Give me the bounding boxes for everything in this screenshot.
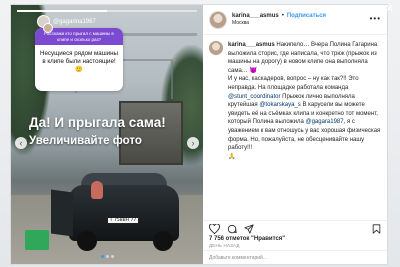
photo-wheel	[153, 231, 173, 251]
more-horizontal-icon[interactable]: •••	[370, 14, 381, 23]
mention-link[interactable]: @tokarskaya_s	[259, 102, 300, 108]
story-progress-bar	[17, 10, 197, 12]
license-plate: Т 758ВН 77	[107, 217, 139, 224]
separator-dot: •	[281, 13, 284, 19]
follow-button[interactable]: Подписаться	[287, 13, 326, 19]
author-username[interactable]: karina___asmus	[232, 13, 279, 19]
photo-person	[91, 181, 103, 199]
caption-section: karina___asmus Накипело… Вчера Полина Га…	[203, 35, 387, 220]
question-emoji: 🙂	[75, 66, 83, 73]
author-avatar[interactable]	[209, 10, 227, 29]
caption-paragraph: И у нас, каскадеров, вопрос – ну как так…	[228, 76, 359, 91]
heart-icon[interactable]	[209, 223, 220, 234]
carousel-dot	[110, 255, 114, 258]
action-bar	[203, 220, 387, 236]
photo-green-bin	[25, 230, 49, 250]
post-modal: Т 758ВН 77 @gagarina1987 Расскажи кто пр…	[10, 4, 388, 265]
post-media[interactable]: Т 758ВН 77 @gagarina1987 Расскажи кто пр…	[11, 5, 203, 264]
prev-slide-button[interactable]: ‹	[15, 137, 27, 149]
story-username: @gagarina1987	[53, 18, 96, 25]
caption-text: karina___asmus Накипело… Вчера Полина Га…	[228, 41, 381, 220]
question-text: Несущиеся рядом машины в клипе были наст…	[40, 50, 118, 65]
caption-username[interactable]: karina___asmus	[228, 42, 275, 48]
post-header: karina___asmus • Подписаться Москва •••	[203, 5, 387, 35]
post-side-panel: karina___asmus • Подписаться Москва ••• …	[203, 5, 387, 264]
carousel-dot	[105, 255, 109, 258]
question-header-text: Расскажи кто прыгал с машины в клипе и с…	[44, 31, 114, 42]
post-location[interactable]: Москва	[232, 20, 326, 26]
question-sticker-body: Несущиеся рядом машины в клипе были наст…	[35, 45, 123, 74]
comment-icon[interactable]	[227, 224, 237, 234]
caption-author-avatar[interactable]	[209, 41, 223, 55]
caption-emoji: 🙏	[228, 153, 236, 160]
story-progress-fill	[17, 10, 107, 12]
story-caption-line1: Да! И прыгала сама!	[29, 115, 166, 130]
photo-wheel	[77, 231, 97, 251]
carousel-dots	[11, 255, 203, 258]
author-line: karina___asmus • Подписаться	[232, 13, 326, 19]
question-avatar	[43, 23, 53, 33]
share-icon[interactable]	[244, 223, 254, 234]
close-icon[interactable]: ✕	[385, 2, 394, 15]
post-date[interactable]: День назад	[203, 242, 387, 248]
mention-link[interactable]: @stunt_coordinator	[228, 94, 280, 100]
photo-car-door	[51, 189, 73, 237]
mention-link[interactable]: @gagara1987	[305, 119, 343, 125]
carousel-dot	[100, 255, 104, 258]
photo-truck	[119, 101, 183, 165]
question-sticker: Расскажи кто прыгал с машины в клипе и с…	[35, 28, 123, 91]
add-comment-field[interactable]: Добавьте комментарий...	[203, 250, 387, 264]
next-slide-button[interactable]: ›	[187, 137, 199, 149]
story-caption-line2: Увеличивайте фото	[29, 135, 142, 147]
bookmark-icon[interactable]	[372, 223, 381, 234]
author-info: karina___asmus • Подписаться Москва	[232, 13, 326, 26]
